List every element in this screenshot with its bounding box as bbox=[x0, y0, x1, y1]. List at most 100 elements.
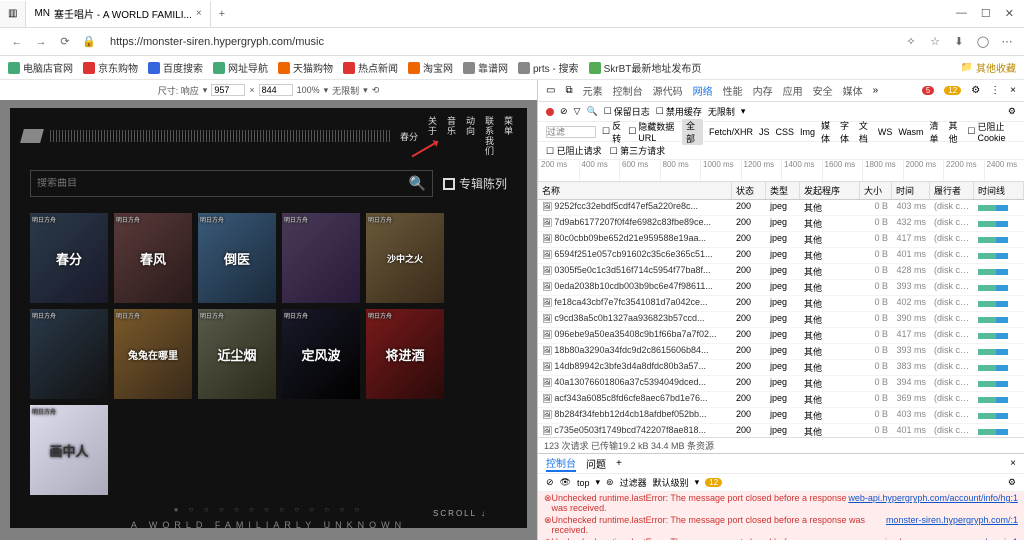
bookmark-item[interactable]: prts - 搜索 bbox=[518, 60, 579, 75]
album-card[interactable]: 明日方舟春风 bbox=[114, 213, 192, 303]
search-input[interactable] bbox=[37, 178, 409, 189]
filter-icon[interactable]: ▽ bbox=[574, 106, 581, 117]
tab-application[interactable]: 应用 bbox=[783, 83, 803, 98]
network-row[interactable]: 0305f5e0c1c3d516f714c5954f77ba8f...200jp… bbox=[538, 264, 1024, 280]
tab-security[interactable]: 安全 bbox=[813, 83, 833, 98]
network-row[interactable]: 9252fcc32ebdf5cdf47ef5a220re8c...200jpeg… bbox=[538, 200, 1024, 216]
console-tab[interactable]: 控制台 bbox=[546, 455, 576, 472]
network-row[interactable]: 80c0cbb09be652d21e959588e19aa...200jpeg其… bbox=[538, 232, 1024, 248]
bookmarks-bar: 电脑店官网 京东购物 百度搜索 网址导航 天猫购物 热点新闻 淘宝网 靠谱网 p… bbox=[0, 56, 1024, 80]
tab-performance[interactable]: 性能 bbox=[723, 83, 743, 98]
console-error-row[interactable]: ⊗ Unchecked runtime.lastError: The messa… bbox=[538, 514, 1024, 536]
album-card[interactable]: 明日方舟 bbox=[30, 309, 108, 399]
tab-elements[interactable]: 元素 bbox=[583, 83, 603, 98]
devtools-tabs: ▭ ⧉ 元素 控制台 源代码 网络 性能 内存 应用 安全 媒体 » 5 12 … bbox=[538, 80, 1024, 102]
console-close-icon[interactable]: × bbox=[1010, 458, 1016, 469]
album-card[interactable]: 明日方舟画中人 bbox=[30, 405, 108, 495]
clear-icon[interactable]: ⊘ bbox=[560, 106, 568, 117]
network-row[interactable]: c735e0503f1749bcd742207f8ae818...200jpeg… bbox=[538, 424, 1024, 437]
tab-network[interactable]: 网络 bbox=[693, 83, 713, 98]
close-devtools-icon[interactable]: × bbox=[1010, 85, 1016, 96]
network-row[interactable]: acf343a6085c8fd6cfe8aec67bd1e76...200jpe… bbox=[538, 392, 1024, 408]
search-icon[interactable]: 🔍 bbox=[409, 175, 426, 192]
window-close-icon[interactable]: ✕ bbox=[1005, 7, 1014, 20]
network-table-header: 名称状态类型发起程序大小时间履行者时间线 bbox=[538, 182, 1024, 200]
rotate-icon[interactable]: ⟲ bbox=[372, 85, 380, 96]
bookmark-item[interactable]: 京东购物 bbox=[83, 60, 138, 75]
issues-tab[interactable]: 问题 bbox=[586, 456, 606, 471]
tab-memory[interactable]: 内存 bbox=[753, 83, 773, 98]
album-card[interactable]: 明日方舟近尘烟 bbox=[198, 309, 276, 399]
lock-icon: 🔒 bbox=[80, 35, 98, 48]
bookmark-item[interactable]: 靠谱网 bbox=[463, 60, 508, 75]
bookmark-item[interactable]: 天猫购物 bbox=[278, 60, 333, 75]
record-icon[interactable] bbox=[546, 108, 554, 116]
maximize-icon[interactable]: ☐ bbox=[981, 7, 991, 20]
address-bar[interactable]: https://monster-siren.hypergryph.com/mus… bbox=[104, 34, 896, 50]
tab-media[interactable]: 媒体 bbox=[843, 83, 863, 98]
tab-monster-siren[interactable]: MN 塞壬唱片 - A WORLD FAMILI... × bbox=[26, 1, 210, 27]
device-toggle-icon[interactable]: ⧉ bbox=[565, 85, 572, 96]
error-badge[interactable]: 5 bbox=[922, 85, 934, 96]
other-bookmarks[interactable]: 📁 其他收藏 bbox=[961, 60, 1016, 75]
bookmark-item[interactable]: 百度搜索 bbox=[148, 60, 203, 75]
bookmark-item[interactable]: 热点新闻 bbox=[343, 60, 398, 75]
network-row[interactable]: 7d9ab6177207f0f4fe6982c83fbe89ce...200jp… bbox=[538, 216, 1024, 232]
console-error-row[interactable]: ⊗ Unchecked runtime.lastError: The messa… bbox=[538, 492, 1024, 514]
album-card[interactable]: 明日方舟兔兔在哪里 bbox=[114, 309, 192, 399]
star-icon[interactable]: ☆ bbox=[926, 35, 944, 48]
network-filter-input[interactable] bbox=[546, 126, 596, 138]
console-error-row[interactable]: ⊗ Unchecked runtime.lastError: The messa… bbox=[538, 536, 1024, 540]
close-icon[interactable]: × bbox=[196, 8, 202, 19]
network-table-body: 9252fcc32ebdf5cdf47ef5a220re8c...200jpeg… bbox=[538, 200, 1024, 437]
album-card[interactable]: 明日方舟 bbox=[282, 213, 360, 303]
extensions-icon[interactable]: ✧ bbox=[902, 35, 920, 48]
preserve-log-checkbox[interactable]: ☐ 保留日志 bbox=[604, 105, 650, 118]
website-viewport: 春分 关于音乐动向联系我们菜单 🔍 专辑陈列 明日方舟春分 明日方舟春风 明日方… bbox=[10, 108, 527, 528]
menu-icon[interactable]: ⋯ bbox=[998, 35, 1016, 48]
album-card[interactable]: 明日方舟春分 bbox=[30, 213, 108, 303]
network-row[interactable]: 18b80a3290a34fdc9d2c8615606b84...200jpeg… bbox=[538, 344, 1024, 360]
network-row[interactable]: c9cd38a5c0b1327aa936823b57ccd...200jpeg其… bbox=[538, 312, 1024, 328]
network-row[interactable]: 8b284f34febb12d4cb18afdbef052bb...200jpe… bbox=[538, 408, 1024, 424]
width-input[interactable] bbox=[211, 84, 245, 96]
album-card[interactable]: 明日方舟定风波 bbox=[282, 309, 360, 399]
search-box[interactable]: 🔍 bbox=[30, 170, 433, 197]
back-button[interactable]: ← bbox=[8, 36, 26, 48]
network-row[interactable]: fe18ca43cbf7e7fc3541081d7a042ce...200jpe… bbox=[538, 296, 1024, 312]
network-timeline: 200 ms400 ms600 ms800 ms1000 ms1200 ms14… bbox=[538, 160, 1024, 182]
network-row[interactable]: 0eda2038b10cdb003b9bc6e47f98611...200jpe… bbox=[538, 280, 1024, 296]
tab-sources[interactable]: 源代码 bbox=[653, 83, 683, 98]
gear-icon[interactable]: ⚙ bbox=[1008, 106, 1016, 117]
forward-button[interactable]: → bbox=[32, 36, 50, 48]
settings-icon[interactable]: ⚙ bbox=[971, 85, 980, 96]
height-input[interactable] bbox=[259, 84, 293, 96]
gear-icon[interactable]: ⚙ bbox=[1008, 477, 1016, 488]
filter-all[interactable]: 全部 bbox=[682, 119, 703, 145]
disable-cache-checkbox[interactable]: ☐ 禁用缓存 bbox=[656, 105, 702, 118]
inspect-icon[interactable]: ▭ bbox=[546, 85, 555, 96]
network-row[interactable]: 40a13076601806a37c5394049dced...200jpeg其… bbox=[538, 376, 1024, 392]
warning-badge[interactable]: 12 bbox=[944, 85, 961, 96]
bookmark-item[interactable]: 网址导航 bbox=[213, 60, 268, 75]
console-clear-icon[interactable]: ⊘ bbox=[546, 477, 554, 488]
refresh-button[interactable]: ⟳ bbox=[56, 35, 74, 48]
network-row[interactable]: 14db89942c3bfe3d4a8dfdc80b3a57...200jpeg… bbox=[538, 360, 1024, 376]
bookmark-item[interactable]: SkrBT最新地址发布页 bbox=[589, 60, 702, 75]
network-row[interactable]: 6594f251e057cb91602c35c6e365c51...200jpe… bbox=[538, 248, 1024, 264]
minimize-icon[interactable]: — bbox=[956, 7, 967, 20]
tab-console[interactable]: 控制台 bbox=[613, 83, 643, 98]
album-card[interactable]: 明日方舟将进酒 bbox=[366, 309, 444, 399]
download-icon[interactable]: ⬇ bbox=[950, 35, 968, 48]
tab-placeholder[interactable]: ▥ bbox=[0, 1, 26, 27]
album-list-label: 专辑陈列 bbox=[443, 175, 507, 192]
album-card[interactable]: 明日方舟倒医 bbox=[198, 213, 276, 303]
album-card[interactable]: 明日方舟沙中之火 bbox=[366, 213, 444, 303]
profile-icon[interactable]: ◯ bbox=[974, 35, 992, 48]
bookmark-item[interactable]: 淘宝网 bbox=[408, 60, 453, 75]
more-icon[interactable]: ⋮ bbox=[990, 85, 1000, 96]
bookmark-item[interactable]: 电脑店官网 bbox=[8, 60, 73, 75]
new-tab-button[interactable]: + bbox=[211, 8, 233, 20]
eye-icon[interactable]: 👁 bbox=[560, 477, 571, 488]
network-row[interactable]: 096ebe9a50ea35408c9b1f66ba7a7f02...200jp… bbox=[538, 328, 1024, 344]
